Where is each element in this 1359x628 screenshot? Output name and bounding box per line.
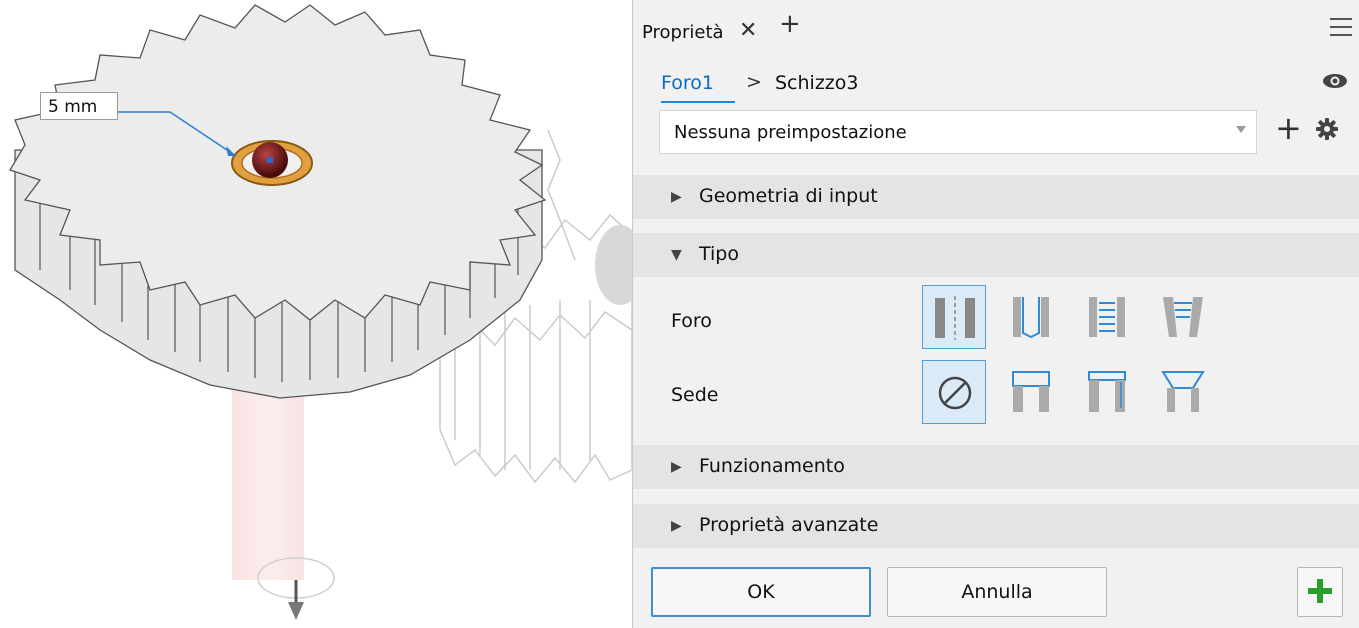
tab-properties-label: Proprietà	[642, 22, 724, 43]
add-tab-icon[interactable]: +	[779, 11, 801, 37]
apply-button[interactable]	[1297, 567, 1343, 617]
countersink-icon	[1161, 371, 1205, 412]
expand-arrow-icon: ▶	[671, 189, 682, 205]
breadcrumb-schizzo3[interactable]: Schizzo3	[775, 72, 859, 94]
expand-arrow-icon: ▶	[671, 459, 682, 475]
simple-hole-icon	[935, 296, 975, 340]
chevron-right-icon: >	[746, 71, 762, 93]
second-gear-hub	[595, 225, 632, 305]
breadcrumb-active-underline	[661, 101, 735, 103]
tapped-hole-option[interactable]	[1075, 285, 1139, 349]
hamburger-menu-icon[interactable]	[1330, 18, 1352, 36]
seat-type-label: Sede	[671, 384, 719, 406]
taper-tapped-hole-option[interactable]	[1151, 285, 1215, 349]
section-input-geometry[interactable]: ▶ Geometria di input	[633, 175, 1359, 219]
plus-icon	[1308, 579, 1332, 603]
section-type[interactable]: ▼ Tipo	[633, 233, 1359, 277]
section-title: Proprietà avanzate	[699, 514, 879, 536]
add-preset-icon[interactable]: +	[1275, 112, 1302, 144]
clearance-hole-option[interactable]	[999, 285, 1063, 349]
section-advanced[interactable]: ▶ Proprietà avanzate	[633, 504, 1359, 548]
tapped-hole-icon	[1089, 297, 1125, 337]
countersink-option[interactable]	[1151, 360, 1215, 424]
no-seat-icon	[938, 376, 972, 410]
tab-bar: Proprietà ✕ +	[633, 0, 1359, 58]
expand-arrow-icon: ▶	[671, 518, 682, 534]
taper-tapped-hole-icon	[1163, 297, 1203, 337]
tab-properties[interactable]: Proprietà ✕	[633, 8, 773, 58]
breadcrumb-foro1[interactable]: Foro1	[661, 72, 714, 94]
close-icon[interactable]: ✕	[739, 18, 757, 43]
direction-arrow-icon	[288, 602, 304, 620]
breadcrumb: Foro1 > Schizzo3	[633, 58, 1359, 104]
clearance-hole-icon	[1013, 297, 1049, 339]
hole-type-label: Foro	[671, 310, 712, 332]
collapse-arrow-icon: ▼	[671, 247, 682, 263]
ok-button[interactable]: OK	[651, 567, 871, 617]
dimension-input[interactable]: 5 mm	[40, 92, 118, 120]
spotface-icon	[1088, 371, 1126, 412]
section-behavior[interactable]: ▶ Funzionamento	[633, 445, 1359, 489]
gear-icon[interactable]	[1316, 118, 1338, 140]
no-seat-option[interactable]	[922, 360, 986, 424]
spotface-option[interactable]	[1075, 360, 1139, 424]
simple-hole-option[interactable]	[922, 285, 986, 349]
properties-panel: Proprietà ✕ + Foro1 > Schizzo3 Nessuna p…	[632, 0, 1359, 628]
cancel-button[interactable]: Annulla	[887, 567, 1107, 617]
preset-dropdown[interactable]: Nessuna preimpostazione	[659, 110, 1257, 154]
section-title: Funzionamento	[699, 455, 845, 477]
chevron-down-icon	[1236, 126, 1246, 133]
section-title: Tipo	[699, 243, 739, 265]
eye-icon[interactable]	[1322, 72, 1348, 90]
counterbore-option[interactable]	[999, 360, 1063, 424]
preset-value: Nessuna preimpostazione	[674, 122, 907, 143]
model-viewport[interactable]: 5 mm	[0, 0, 632, 628]
counterbore-icon	[1012, 371, 1050, 412]
section-title: Geometria di input	[699, 185, 878, 207]
